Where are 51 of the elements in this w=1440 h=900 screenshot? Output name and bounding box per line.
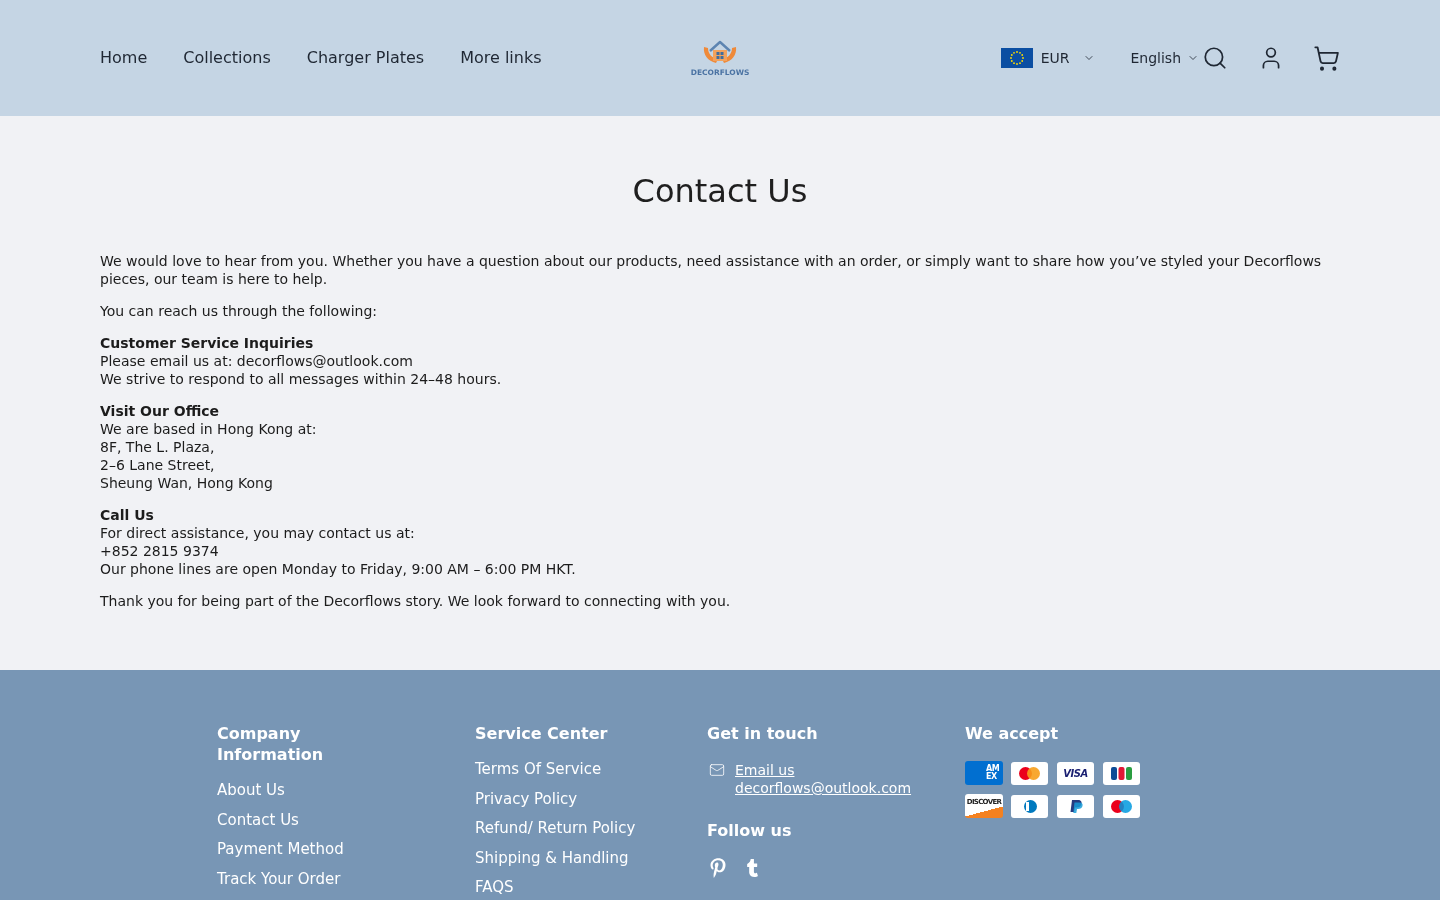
body-text: You can reach us through the following: <box>100 302 378 320</box>
visa-logo: VISA <box>1057 761 1094 785</box>
section-heading: Customer Service Inquiries <box>100 334 314 352</box>
footer-link[interactable]: Payment Method <box>217 838 344 860</box>
mastercard-icon <box>1011 761 1048 785</box>
body-text: Our phone lines are open Monday to Friday, 9:00 AM – 6:00 PM HKT. <box>100 560 576 578</box>
footer-link[interactable]: Shipping & Handling <box>475 846 629 869</box>
body-text: We strive to respond to all messages within 24–48 hours. <box>100 370 502 388</box>
body-text: We would love to hear from you. Whether you have a question about our products, need assistance with an order, or simply want to share how you’ve styled your Decorflows pieces, our team is here to help. <box>100 252 1323 288</box>
body-text: Thank you for being part of the Decorflows story. We look forward to connecting with you. <box>100 592 732 610</box>
body-text: We are based in Hong Kong at: <box>100 420 317 438</box>
footer-link[interactable]: Contact Us <box>217 808 299 831</box>
footer-link[interactable]: About Us <box>217 779 285 801</box>
footer-heading: Service Center <box>475 723 609 744</box>
body-text: For direct assistance, you may contact us at: <box>100 524 415 542</box>
footer-heading: Company Information <box>217 723 325 765</box>
house-logo-icon <box>702 39 738 66</box>
body-text: +852 2815 9374 <box>100 542 219 560</box>
paypal-icon <box>1057 794 1094 818</box>
amex-logo: AMEX <box>965 761 1003 785</box>
footer-link[interactable]: Privacy Policy <box>475 787 578 810</box>
search-icon[interactable] <box>1202 45 1228 71</box>
cart-icon[interactable] <box>1313 44 1340 72</box>
footer-link[interactable]: Terms Of Service <box>475 758 602 780</box>
diners-club-icon <box>1011 794 1048 818</box>
mail-icon <box>707 762 727 778</box>
section-heading: Visit Our Office <box>100 402 220 420</box>
footer-heading: Follow us <box>707 820 792 841</box>
footer-link[interactable]: Track Your Order <box>217 867 341 890</box>
nav-link[interactable]: Charger Plates <box>306 47 425 69</box>
language-selector[interactable]: English <box>1130 47 1199 69</box>
footer-link[interactable]: Refund/ Return Policy <box>475 817 636 839</box>
body-text: Please email us at: decorflows@outlook.com <box>100 352 413 370</box>
footer-heading: Get in touch <box>707 723 819 744</box>
body-text: 8F, The L. Plaza, <box>100 438 215 456</box>
nav-link[interactable]: Home <box>100 47 148 69</box>
body-text: 2–6 Lane Street, <box>100 456 215 474</box>
section-heading: Call Us <box>100 506 154 524</box>
body-text: Sheung Wan, Hong Kong <box>100 474 273 492</box>
pinterest-icon[interactable] <box>708 858 728 878</box>
jcb-icon <box>1103 761 1140 785</box>
tumblr-icon[interactable] <box>746 859 759 877</box>
maestro-icon <box>1103 794 1140 818</box>
nav-link[interactable]: More links <box>460 47 542 69</box>
footer-heading: We accept <box>965 723 1060 744</box>
currency-selector[interactable]: EUR <box>1000 47 1096 69</box>
flag-icon <box>1000 48 1033 68</box>
nav-link[interactable]: Collections <box>183 47 271 69</box>
page-title: Contact Us <box>632 171 808 211</box>
footer-link[interactable]: FAQS <box>475 876 514 898</box>
email-link[interactable]: Email us decorflows@outlook.com <box>735 761 920 797</box>
